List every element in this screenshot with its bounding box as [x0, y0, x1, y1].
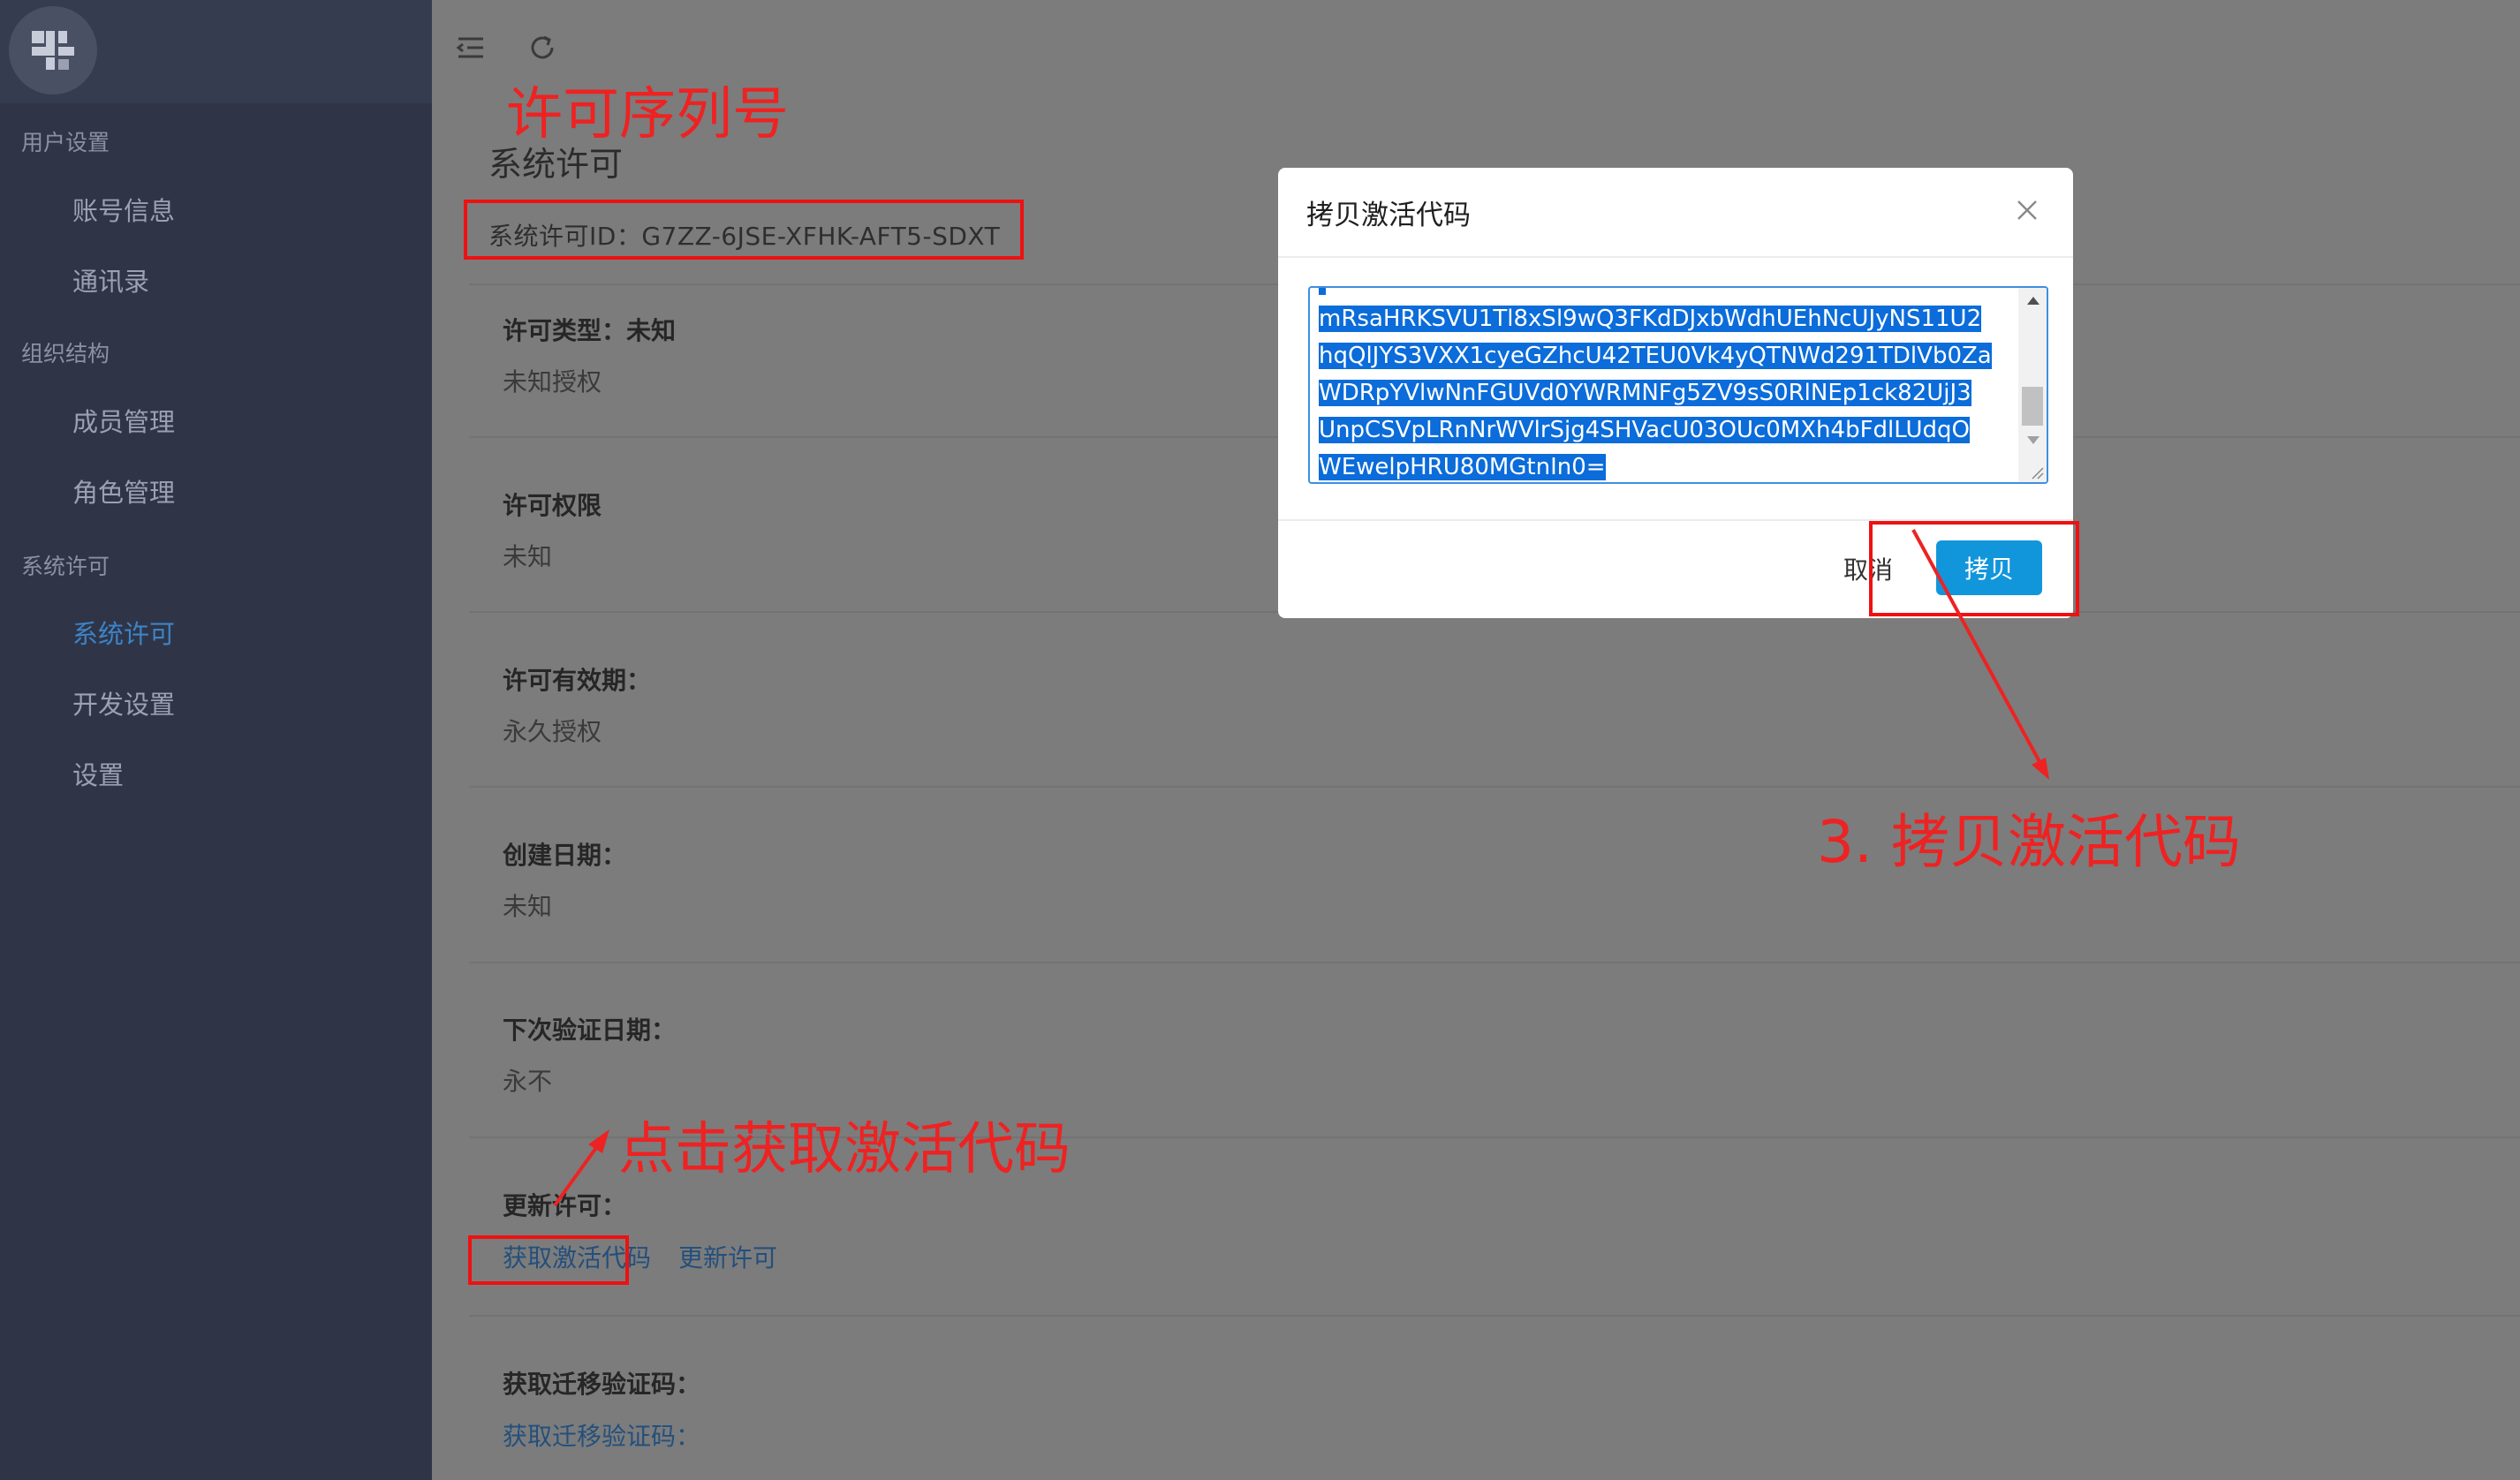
annotation-arrows	[553, 529, 2049, 1207]
